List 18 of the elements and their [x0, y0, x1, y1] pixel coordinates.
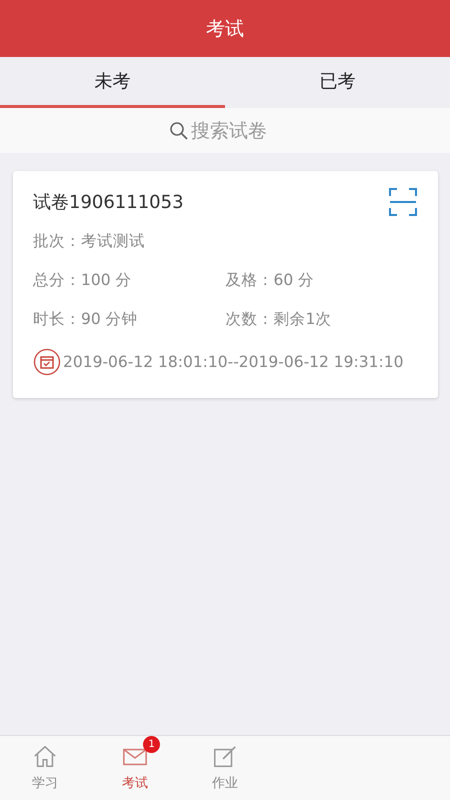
home-icon	[32, 744, 58, 770]
exam-title: 试卷1906111053	[33, 191, 184, 214]
calendar-icon	[33, 348, 61, 376]
total-score-text: 总分：100 分	[33, 270, 133, 291]
batch-text: 批次：考试测试	[33, 231, 146, 252]
edit-icon	[212, 744, 238, 770]
attempts-text: 次数：剩余1次	[226, 309, 332, 330]
exam-card[interactable]: 试卷1906111053 批次：考试测试 总分：100 分 及格：60 分 时长：90 分钟 次数：剩余1次 2019-06-12 18:01:10--2019-06-12 19:31:10	[13, 171, 438, 398]
duration-text: 时长：90 分钟	[33, 309, 139, 330]
nav-tab[interactable]: 1 考试	[90, 736, 180, 800]
tab[interactable]: 已考	[225, 57, 450, 108]
screen-title: 考试	[206, 16, 244, 42]
search-field[interactable]: 搜索试卷	[191, 120, 281, 142]
notification-badge: 1	[143, 736, 160, 753]
scan-icon[interactable]	[388, 187, 418, 217]
search-icon	[169, 120, 189, 140]
pass-score-text: 及格：60 分	[226, 270, 316, 291]
exam-time-range: 2019-06-12 18:01:10--2019-06-12 19:31:10	[63, 353, 404, 371]
